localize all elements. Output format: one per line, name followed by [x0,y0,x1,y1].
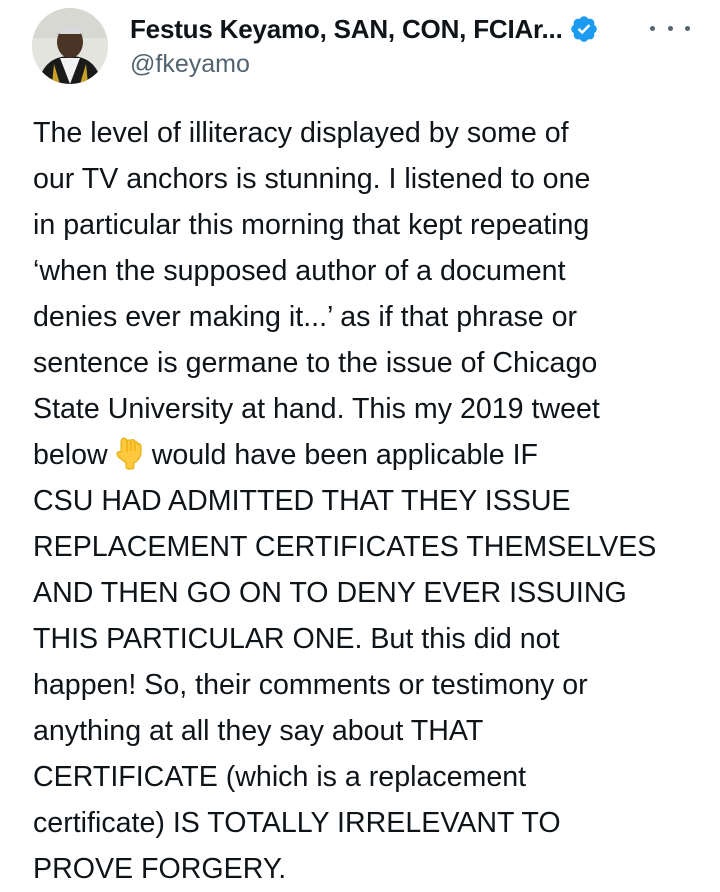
tweet-line: The level of illiteracy displayed by som… [33,117,569,149]
tweet-line: ‘when the supposed author of a document [33,255,566,287]
tweet-line: anything at all they say about THAT [33,715,484,747]
tweet-header: Festus Keyamo, SAN, CON, FCIAr... @fkeya… [0,0,720,100]
tweet-line: REPLACEMENT CERTIFICATES THEMSELVES [33,531,657,563]
author-name-row: Festus Keyamo, SAN, CON, FCIAr... [130,12,599,46]
tweet-line: CERTIFICATE (which is a replacement [33,761,527,793]
backhand-index-pointing-down-icon [114,436,146,470]
tweet-line: AND THEN GO ON TO DENY EVER ISSUING [33,577,627,609]
more-dot-icon [650,25,655,31]
author-handle[interactable]: @fkeyamo [130,50,250,79]
author-display-name[interactable]: Festus Keyamo, SAN, CON, FCIAr... [130,14,563,45]
tweet-line: THIS PARTICULAR ONE. But this did not [33,623,560,655]
tweet-line: happen! So, their comments or testimony … [33,669,588,701]
verified-badge-icon [569,14,599,44]
tweet-line: our TV anchors is stunning. I listened t… [33,163,591,195]
tweet-line: State University at hand. This my 2019 t… [33,393,600,425]
tweet-line: PROVE FORGERY. [33,853,287,885]
tweet-line: in particular this morning that kept rep… [33,209,590,241]
more-options-icon[interactable] [650,14,690,42]
profile-photo-icon[interactable] [32,8,108,84]
tweet-line: sentence is germane to the issue of Chic… [33,347,598,379]
tweet-line-with-emoji: below would have been applicable IF [33,432,713,478]
tweet-line: certificate) IS TOTALLY IRRELEVANT TO [33,807,561,839]
tweet-text-fragment: below [33,439,108,471]
more-dot-icon [685,25,690,31]
tweet-text-fragment: would have been applicable IF [151,439,538,471]
tweet-line: denies ever making it...’ as if that phr… [33,301,578,333]
tweet-line: CSU HAD ADMITTED THAT THEY ISSUE [33,485,571,517]
more-dot-icon [667,25,673,31]
tweet-body: The level of illiteracy displayed by som… [33,110,713,892]
